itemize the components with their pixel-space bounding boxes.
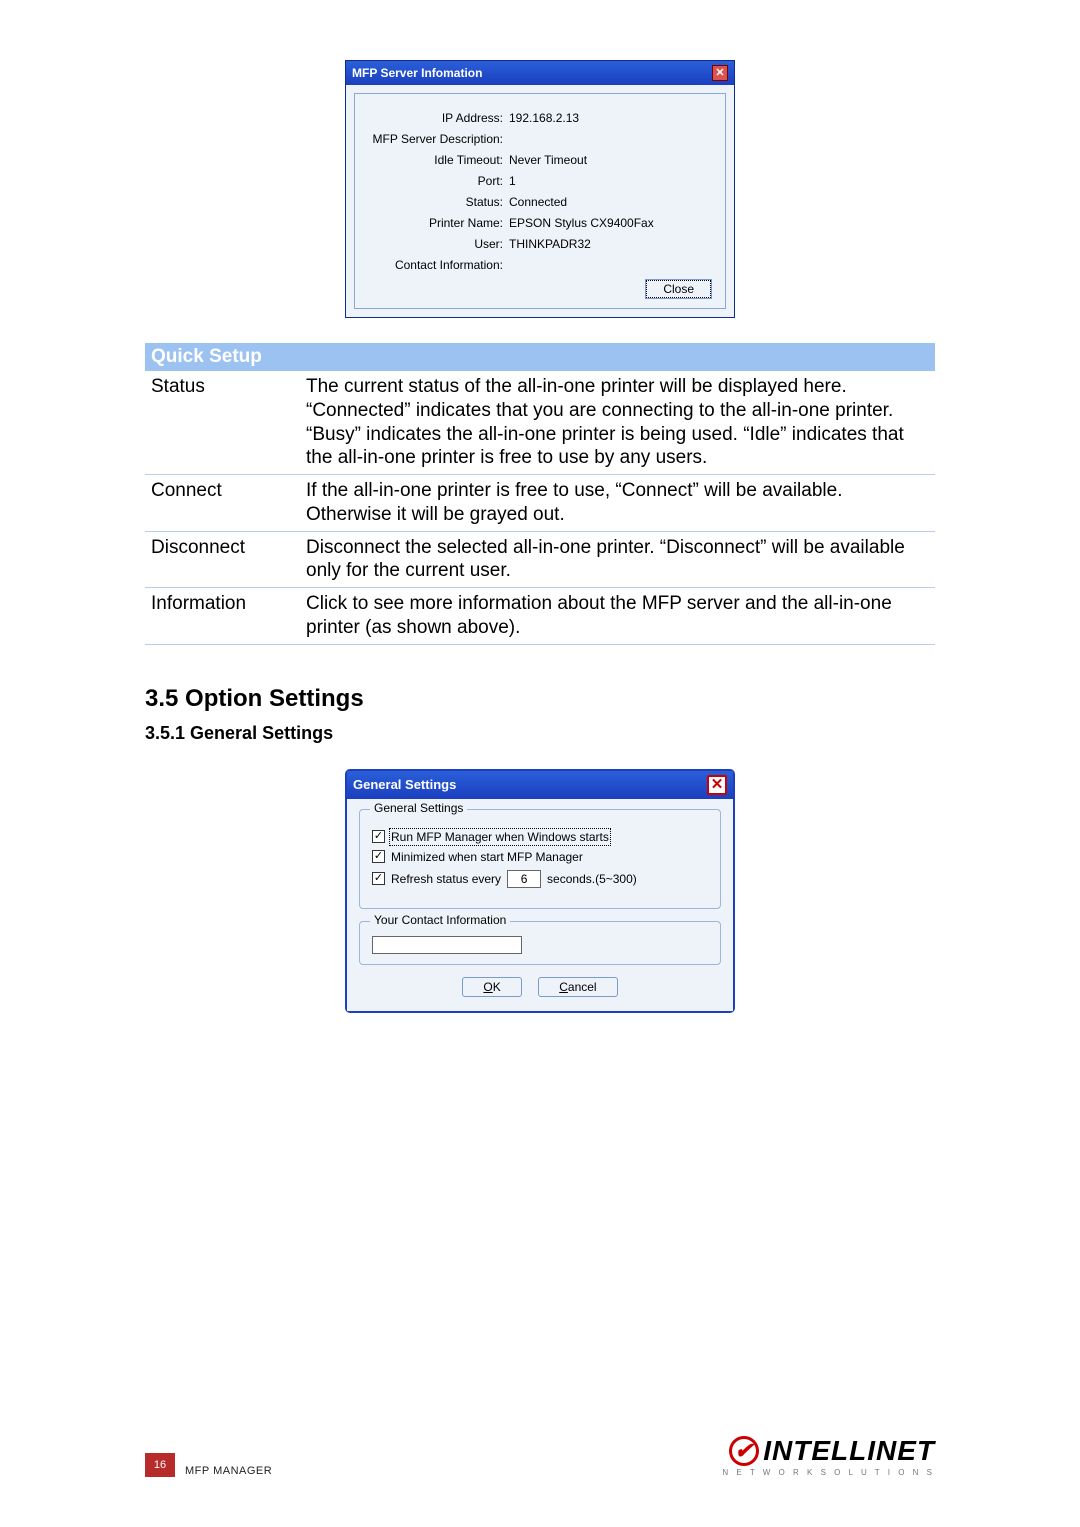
mfp-title-text: MFP Server Infomation <box>352 66 482 80</box>
idle-label: Idle Timeout: <box>369 153 509 167</box>
ip-value: 192.168.2.13 <box>509 111 711 125</box>
table-row: InformationClick to see more information… <box>145 588 935 645</box>
gs-legend-general: General Settings <box>370 801 467 815</box>
qs-desc: The current status of the all-in-one pri… <box>300 371 935 475</box>
desc-label: MFP Server Description: <box>369 132 509 146</box>
close-button[interactable]: Close <box>646 280 711 298</box>
gs-title-text: General Settings <box>353 777 456 792</box>
table-row: DisconnectDisconnect the selected all-in… <box>145 531 935 588</box>
gs-legend-contact: Your Contact Information <box>370 913 510 927</box>
idle-value: Never Timeout <box>509 153 711 167</box>
page-footer: 16 MFP MANAGER ✔ INTELLINET N E T W O R … <box>145 1435 935 1477</box>
desc-value <box>509 132 711 146</box>
chk-label: Minimized when start MFP Manager <box>391 850 583 864</box>
chk-label-pre: Refresh status every <box>391 872 501 886</box>
checkbox-refresh[interactable]: ✓ <box>372 872 385 885</box>
mfp-titlebar: MFP Server Infomation ✕ <box>346 61 734 85</box>
quick-setup-table: Quick Setup StatusThe current status of … <box>145 343 935 645</box>
gs-titlebar: General Settings ✕ <box>347 771 733 799</box>
printer-label: Printer Name: <box>369 216 509 230</box>
heading-3-5-1: 3.5.1 General Settings <box>145 723 935 744</box>
close-icon[interactable]: ✕ <box>707 775 727 795</box>
refresh-seconds-input[interactable] <box>507 870 541 888</box>
user-value: THINKPADR32 <box>509 237 711 251</box>
printer-value: EPSON Stylus CX9400Fax <box>509 216 711 230</box>
qs-label: Disconnect <box>145 531 300 588</box>
contact-value <box>509 258 711 272</box>
qs-label: Status <box>145 371 300 475</box>
checkbox-run-on-start[interactable]: ✓ <box>372 830 385 843</box>
mfp-info-dialog: MFP Server Infomation ✕ IP Address:192.1… <box>345 60 735 318</box>
ip-label: IP Address: <box>369 111 509 125</box>
checkbox-minimized[interactable]: ✓ <box>372 850 385 863</box>
mfp-body: IP Address:192.168.2.13 MFP Server Descr… <box>346 85 734 317</box>
status-label: Status: <box>369 195 509 209</box>
gs-group-general: General Settings ✓ Run MFP Manager when … <box>359 809 721 909</box>
qs-desc: If the all-in-one printer is free to use… <box>300 475 935 532</box>
footer-section: MFP MANAGER <box>185 1465 272 1477</box>
general-settings-dialog: General Settings ✕ General Settings ✓ Ru… <box>345 769 735 1013</box>
port-label: Port: <box>369 174 509 188</box>
user-label: User: <box>369 237 509 251</box>
page-number: 16 <box>145 1453 175 1477</box>
qs-label: Connect <box>145 475 300 532</box>
qs-label: Information <box>145 588 300 645</box>
gs-group-contact: Your Contact Information <box>359 921 721 965</box>
ok-button[interactable]: OK <box>462 977 521 997</box>
heading-3-5: 3.5 Option Settings <box>145 685 935 713</box>
brand-name: INTELLINET <box>763 1435 935 1467</box>
qs-desc: Disconnect the selected all-in-one print… <box>300 531 935 588</box>
quick-setup-header: Quick Setup <box>145 343 935 371</box>
brand-logo: ✔ INTELLINET N E T W O R K S O L U T I O… <box>722 1435 935 1477</box>
chk-label: Run MFP Manager when Windows starts <box>391 830 609 844</box>
status-value: Connected <box>509 195 711 209</box>
checkmark-icon: ✔ <box>729 1436 759 1466</box>
table-row: ConnectIf the all-in-one printer is free… <box>145 475 935 532</box>
brand-subtitle: N E T W O R K S O L U T I O N S <box>722 1468 935 1477</box>
contact-info-input[interactable] <box>372 936 522 954</box>
port-value: 1 <box>509 174 711 188</box>
qs-desc: Click to see more information about the … <box>300 588 935 645</box>
cancel-button[interactable]: Cancel <box>538 977 617 997</box>
contact-label: Contact Information: <box>369 258 509 272</box>
table-row: StatusThe current status of the all-in-o… <box>145 371 935 475</box>
chk-label-post: seconds.(5~300) <box>547 872 637 886</box>
close-icon[interactable]: ✕ <box>712 65 728 81</box>
